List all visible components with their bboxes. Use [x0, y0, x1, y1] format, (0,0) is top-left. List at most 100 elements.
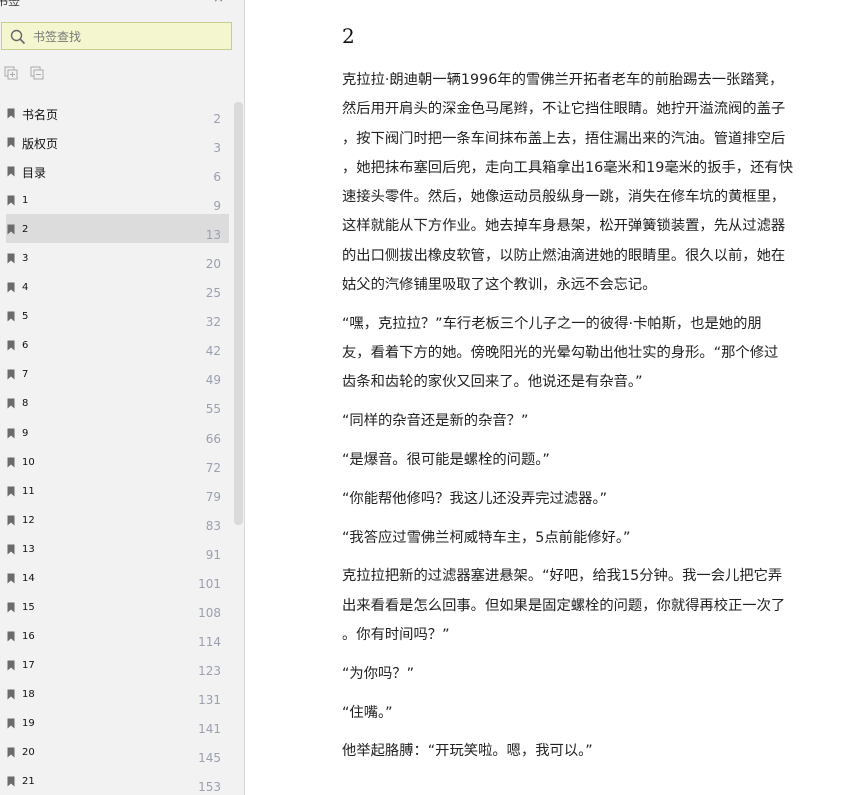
- bookmark-label: 16: [22, 630, 35, 642]
- paragraph: 他举起胳膊：“开玩笑啦。嗯，我可以。”: [342, 737, 842, 766]
- paragraph: “嘿，克拉拉？”车行老板三个儿子之一的彼得·卡帕斯，也是她的朋 友，看着下方的她。…: [342, 310, 842, 398]
- bookmark-search-input[interactable]: [33, 28, 223, 45]
- bookmark-item[interactable]: 8 55: [0, 388, 232, 417]
- bookmark-icon: [7, 544, 15, 555]
- bookmark-item[interactable]: 18 131: [0, 679, 232, 708]
- bookmark-item[interactable]: 17 123: [0, 650, 232, 679]
- bookmark-label: 12: [22, 514, 35, 526]
- bookmark-icon: [7, 398, 15, 409]
- text-line: 克拉拉把新的过滤器塞进悬架。“好吧，给我15分钟。我一会儿把它弄: [342, 568, 783, 585]
- text-line: 克拉拉·朗迪朝一辆1996年的雪佛兰开拓者老车的前胎踢去一张踏凳，: [342, 72, 784, 88]
- bookmark-icon: [7, 166, 15, 177]
- bookmark-item[interactable]: 10 72: [0, 447, 232, 476]
- bookmark-icon: [7, 340, 15, 351]
- bookmark-page-number: 108: [198, 605, 221, 620]
- paragraph: “是爆音。很可能是螺栓的问题。”: [342, 446, 842, 475]
- bookmark-label: 18: [22, 688, 35, 700]
- text-line: 齿条和齿轮的家伙又回来了。他说还是有杂音。”: [342, 374, 643, 391]
- text-line: ，她把抹布塞回后兜，走向工具箱拿出16毫米和19毫米的扳手，还有快: [342, 159, 793, 176]
- bookmark-page-number: 72: [205, 460, 221, 475]
- bookmark-item[interactable]: 14 101: [0, 563, 232, 592]
- bookmark-item[interactable]: 目录 6: [0, 156, 232, 185]
- bookmark-item[interactable]: 书名页 2: [0, 98, 232, 127]
- paragraph: 克拉拉·朗迪朝一辆1996年的雪佛兰开拓者老车的前胎踢去一张踏凳， 然后用开肩头的…: [342, 66, 842, 300]
- bookmark-label: 目录: [22, 166, 47, 181]
- bookmark-icon: [7, 573, 15, 584]
- bookmark-page-number: 32: [205, 315, 221, 330]
- bookmark-label: 19: [22, 717, 35, 729]
- bookmark-page-number: 6: [213, 170, 221, 185]
- bookmark-label: 版权页: [22, 137, 59, 152]
- bookmark-label: 14: [22, 572, 35, 584]
- close-icon[interactable]: ×: [213, 0, 224, 7]
- bookmark-label: 11: [22, 485, 35, 497]
- bookmark-label: 15: [22, 601, 35, 613]
- bookmark-icon: [7, 311, 15, 322]
- text-line: “为你吗？”: [342, 665, 415, 682]
- bookmark-label: 4: [22, 282, 29, 294]
- bookmark-panel-title: 书签: [0, 0, 21, 8]
- bookmark-page-number: 42: [205, 344, 221, 359]
- text-line: “同样的杂音还是新的杂音？”: [342, 413, 529, 430]
- bookmark-page-number: 3: [213, 141, 221, 156]
- bookmark-icon: [7, 515, 15, 526]
- bookmark-item[interactable]: 9 66: [0, 418, 232, 447]
- scrollbar-thumb[interactable]: [234, 102, 243, 525]
- bookmark-icon: [7, 428, 15, 439]
- bookmark-page-number: 49: [205, 373, 221, 388]
- collapse-all-icon[interactable]: [30, 66, 44, 80]
- bookmark-item[interactable]: 版权页 3: [0, 127, 232, 156]
- text-line: 这样就能从下方作业。她去掉车身悬架，松开弹簧锁装置，先从过滤器: [342, 218, 786, 235]
- bookmark-label: 书名页: [22, 108, 59, 122]
- bookmark-page-number: 79: [205, 489, 221, 504]
- bookmark-label: 10: [22, 456, 35, 468]
- bookmark-item[interactable]: 2 13: [0, 214, 232, 244]
- bookmark-list: 书名页 2 版权页 3 目录 6 1 9 2 13 3 20 4 25 5 32 6 42 7 49 8 55 9 66 10 7…: [0, 98, 232, 795]
- bookmark-item[interactable]: 7 49: [0, 359, 232, 388]
- bookmark-item[interactable]: 5 32: [0, 301, 232, 330]
- paragraph: “我答应过雪佛兰柯威特车主，5点前能修好。”: [342, 524, 842, 553]
- bookmark-item[interactable]: 21 153: [0, 766, 232, 795]
- bookmark-page-number: 13: [205, 228, 221, 243]
- paragraph: “住嘴。”: [342, 699, 842, 728]
- bookmark-icon: [7, 602, 15, 613]
- text-line: 的出口侧拔出橡皮软管，以防止燃油滴进她的眼睛里。很久以前，她在: [342, 247, 786, 264]
- bookmark-icon: [7, 369, 15, 380]
- bookmark-label: 7: [22, 369, 29, 381]
- bookmark-page-number: 66: [205, 431, 221, 446]
- text-line: “我答应过雪佛兰柯威特车主，5点前能修好。”: [342, 529, 631, 546]
- text-line: 速接头零件。然后，她像运动员般纵身一跳，消失在修车坑的黄框里，: [342, 189, 786, 206]
- bookmark-page-number: 55: [205, 402, 221, 417]
- bookmark-icon: [7, 282, 15, 293]
- bookmark-item[interactable]: 12 83: [0, 505, 232, 534]
- bookmark-label: 6: [22, 340, 29, 352]
- bookmark-item[interactable]: 15 108: [0, 592, 232, 621]
- bookmark-icon: [7, 631, 15, 642]
- bookmark-label: 13: [22, 543, 35, 555]
- bookmark-item[interactable]: 16 114: [0, 621, 232, 650]
- expand-all-icon[interactable]: [4, 66, 18, 80]
- bookmark-label: 20: [22, 747, 35, 759]
- bookmark-label: 9: [22, 427, 29, 439]
- text-line: 出来看看是怎么回事。但如果是固定螺栓的问题，你就得再校正一次了: [342, 597, 786, 614]
- selection-highlight: [6, 214, 229, 244]
- bookmark-item[interactable]: 4 25: [0, 272, 232, 301]
- bookmark-icon: [7, 718, 15, 729]
- bookmark-item[interactable]: 19: [0, 185, 232, 214]
- bookmark-label: 17: [22, 659, 35, 671]
- bookmark-item[interactable]: 19 141: [0, 708, 232, 737]
- bookmark-item[interactable]: 11 79: [0, 476, 232, 505]
- bookmark-page-number: 9: [213, 199, 221, 214]
- bookmark-item[interactable]: 3 20: [0, 243, 232, 272]
- bookmark-item[interactable]: 20 145: [0, 737, 232, 766]
- bookmark-label: 8: [22, 398, 29, 410]
- bookmark-item[interactable]: 13 91: [0, 534, 232, 563]
- bookmark-search-box[interactable]: [1, 22, 232, 50]
- bookmark-icon: [7, 486, 15, 497]
- bookmark-label: 2: [22, 224, 29, 236]
- bookmark-page-number: 83: [205, 518, 221, 533]
- bookmark-page-number: 20: [205, 257, 221, 272]
- text-line: 他举起胳膊：“开玩笑啦。嗯，我可以。”: [342, 743, 593, 760]
- bookmark-item[interactable]: 6 42: [0, 330, 232, 359]
- text-line: 。你有时间吗？”: [342, 627, 450, 644]
